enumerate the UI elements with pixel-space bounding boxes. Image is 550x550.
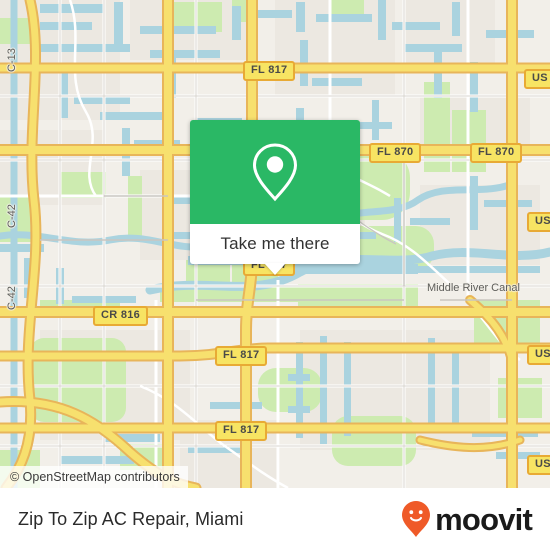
map-label: C-13 xyxy=(6,48,18,72)
road-shield: FL 817 xyxy=(243,61,296,81)
moovit-wordmark: moovit xyxy=(435,501,533,537)
road-shield: US xyxy=(524,69,550,89)
road-shield: FL 817 xyxy=(215,421,268,441)
take-me-there-label: Take me there xyxy=(220,234,330,253)
road-shield: US xyxy=(527,455,550,475)
map-label: C-42 xyxy=(6,204,18,228)
map-label: Middle River Canal xyxy=(427,282,520,294)
take-me-there-popup[interactable]: Take me there xyxy=(190,120,360,275)
road-shield: US xyxy=(527,345,550,365)
road-shield: FL 870 xyxy=(369,143,422,163)
osm-attribution[interactable]: © OpenStreetMap contributors xyxy=(0,466,188,488)
popup-header xyxy=(190,120,360,224)
moovit-brand[interactable]: moovit xyxy=(401,500,533,538)
popup-tail xyxy=(264,263,286,275)
popup-footer[interactable]: Take me there xyxy=(190,224,360,275)
map-pin-icon xyxy=(252,143,298,202)
moovit-smiley-pin-icon xyxy=(402,501,431,537)
road-shield: CR 816 xyxy=(93,306,149,326)
road-shield: FL 870 xyxy=(470,143,523,163)
map-canvas[interactable]: FL 817 US FL 870 FL 870 US FL 817 CR 816 FL 817… xyxy=(0,0,550,488)
map-label: C-42 xyxy=(6,286,18,310)
road-shield: US xyxy=(527,212,550,232)
place-title: Zip To Zip AC Repair, Miami xyxy=(18,508,244,529)
moovit-map-screenshot: FL 817 US FL 870 FL 870 US FL 817 CR 816 FL 817… xyxy=(0,0,550,550)
bottom-bar: Zip To Zip AC Repair, Miami moovit xyxy=(0,488,550,550)
road-shield: FL 817 xyxy=(215,346,268,366)
